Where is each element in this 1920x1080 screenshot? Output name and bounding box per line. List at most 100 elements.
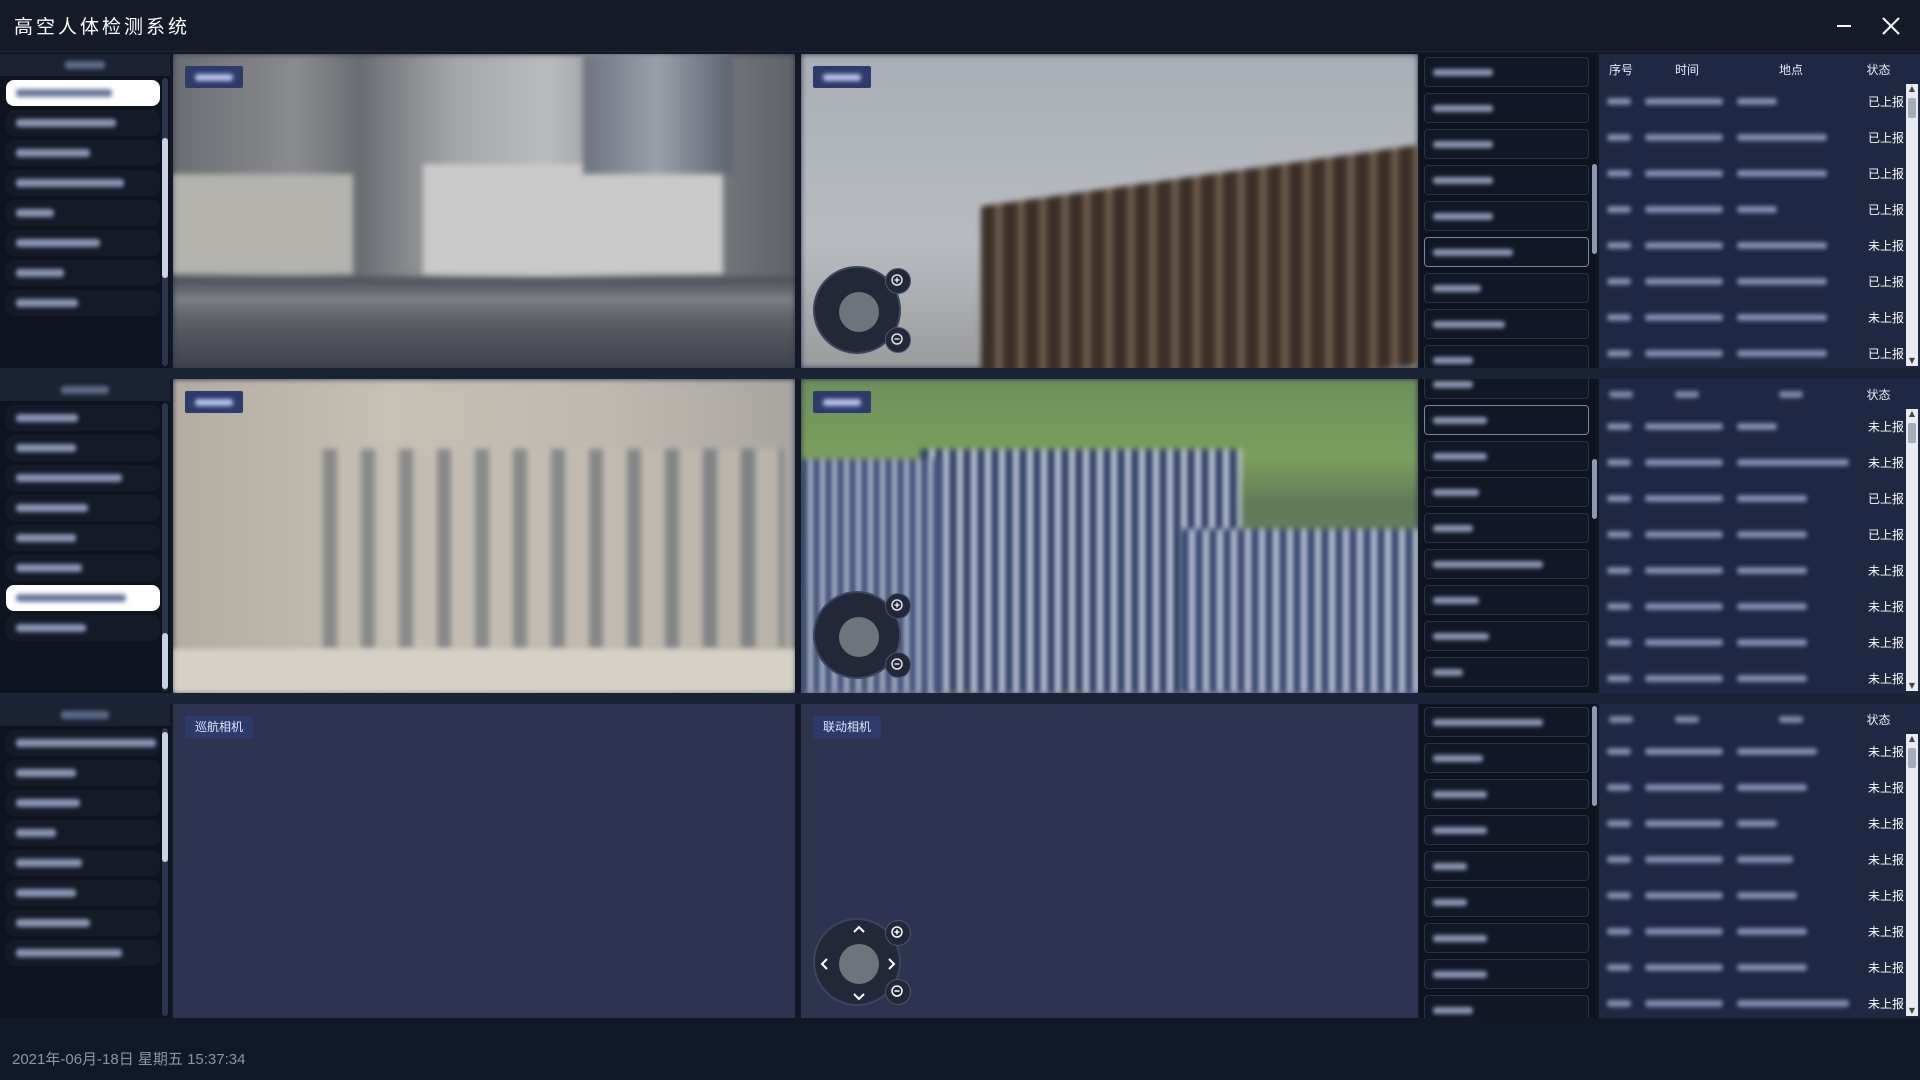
table-row[interactable]: 已上报 [1599,84,1920,120]
table-row[interactable]: 已上报 [1599,192,1920,228]
patrol-camera-view[interactable] [173,379,795,693]
device-list-item[interactable] [1424,657,1589,687]
device-list-item[interactable] [1424,815,1589,845]
table-row[interactable]: 未上报 [1599,914,1920,950]
table-row[interactable]: 未上报 [1599,986,1920,1022]
table-row[interactable]: 未上报 [1599,950,1920,986]
ptz-knob[interactable] [839,944,879,984]
area-list-item[interactable] [6,260,160,286]
table-row[interactable]: 已上报 [1599,264,1920,300]
device-list-item[interactable] [1424,201,1589,231]
device-list-item[interactable] [1424,513,1589,543]
area-list-item[interactable] [6,170,160,196]
table-row[interactable]: 未上报 [1599,553,1920,589]
device-list-item[interactable] [1424,621,1589,651]
table-row[interactable]: 未上报 [1599,661,1920,697]
table-row[interactable]: 未上报 [1599,445,1920,481]
area-list-item[interactable] [6,465,160,491]
linked-camera-view[interactable] [801,379,1418,693]
device-list-item[interactable] [1424,129,1589,159]
device-list-scrollbar[interactable] [1592,459,1597,519]
device-list-item[interactable] [1424,57,1589,87]
table-row[interactable]: 已上报 [1599,120,1920,156]
ptz-knob[interactable] [839,292,879,332]
device-list-item[interactable] [1424,887,1589,917]
device-list-item[interactable] [1424,585,1589,615]
device-list-item[interactable] [1424,93,1589,123]
zoom-out-button[interactable] [885,979,911,1005]
table-scrollbar[interactable]: ▲ ▼ [1906,409,1918,691]
table-row[interactable]: 未上报 [1599,770,1920,806]
area-list-item[interactable] [6,290,160,316]
area-list-item[interactable] [6,110,160,136]
area-list-item[interactable] [6,615,160,641]
pan-up-icon[interactable] [852,922,866,936]
linked-camera-view[interactable]: 联动相机 [801,704,1418,1018]
ptz-knob[interactable] [839,617,879,657]
zoom-out-button[interactable] [885,652,911,678]
zoom-in-button[interactable] [885,268,911,294]
device-list-item[interactable] [1424,851,1589,881]
area-list-item[interactable] [6,230,160,256]
area-list-scrollbar[interactable] [162,728,168,1016]
area-list-item[interactable] [6,435,160,461]
pan-down-icon[interactable] [852,990,866,1004]
table-row[interactable]: 未上报 [1599,589,1920,625]
linked-camera-view[interactable] [801,54,1418,368]
area-list-scrollbar[interactable] [162,78,168,366]
device-list-scrollbar[interactable] [1592,706,1597,806]
device-list-item[interactable] [1424,707,1589,737]
area-list-item[interactable] [6,80,160,106]
table-row[interactable]: 未上报 [1599,806,1920,842]
device-list-item[interactable] [1424,165,1589,195]
device-list-item[interactable] [1424,959,1589,989]
device-list-item[interactable] [1424,779,1589,809]
zoom-in-button[interactable] [885,593,911,619]
zoom-in-button[interactable] [885,920,911,946]
area-list-item[interactable] [6,555,160,581]
area-list-item[interactable] [6,140,160,166]
device-list-scrollbar[interactable] [1592,164,1597,254]
area-list-item[interactable] [6,850,160,876]
device-list-item[interactable] [1424,477,1589,507]
area-list-item[interactable] [6,790,160,816]
area-list-item[interactable] [6,730,160,756]
device-list-item[interactable] [1424,441,1589,471]
table-scrollbar[interactable]: ▲ ▼ [1906,734,1918,1016]
table-row[interactable]: 已上报 [1599,481,1920,517]
device-list-item[interactable] [1424,995,1589,1018]
patrol-camera-view[interactable]: 巡航相机 [173,704,795,1018]
area-list-item[interactable] [6,405,160,431]
area-list-item[interactable] [6,820,160,846]
pan-left-icon[interactable] [817,957,831,971]
area-list-item[interactable] [6,495,160,521]
area-list-item[interactable] [6,585,160,611]
device-list-item[interactable] [1424,237,1589,267]
device-list-item[interactable] [1424,345,1589,368]
table-row[interactable]: 未上报 [1599,409,1920,445]
table-row[interactable]: 已上报 [1599,336,1920,372]
close-button[interactable] [1873,8,1909,44]
area-list-item[interactable] [6,200,160,226]
device-list-item[interactable] [1424,273,1589,303]
table-row[interactable]: 未上报 [1599,300,1920,336]
device-list-item[interactable] [1424,743,1589,773]
patrol-camera-view[interactable] [173,54,795,368]
table-row[interactable]: 未上报 [1599,878,1920,914]
table-row[interactable]: 未上报 [1599,625,1920,661]
device-list-item[interactable] [1424,923,1589,953]
table-row[interactable]: 已上报 [1599,517,1920,553]
area-list-item[interactable] [6,760,160,786]
zoom-out-button[interactable] [885,327,911,353]
area-list-scrollbar[interactable] [162,403,168,691]
area-list-item[interactable] [6,910,160,936]
minimize-button[interactable] [1826,8,1862,44]
device-list-item[interactable] [1424,379,1589,399]
device-list-item[interactable] [1424,309,1589,339]
table-row[interactable]: 未上报 [1599,842,1920,878]
device-list-item[interactable] [1424,549,1589,579]
pan-right-icon[interactable] [885,957,899,971]
area-list-item[interactable] [6,525,160,551]
area-list-item[interactable] [6,880,160,906]
table-row[interactable]: 已上报 [1599,156,1920,192]
